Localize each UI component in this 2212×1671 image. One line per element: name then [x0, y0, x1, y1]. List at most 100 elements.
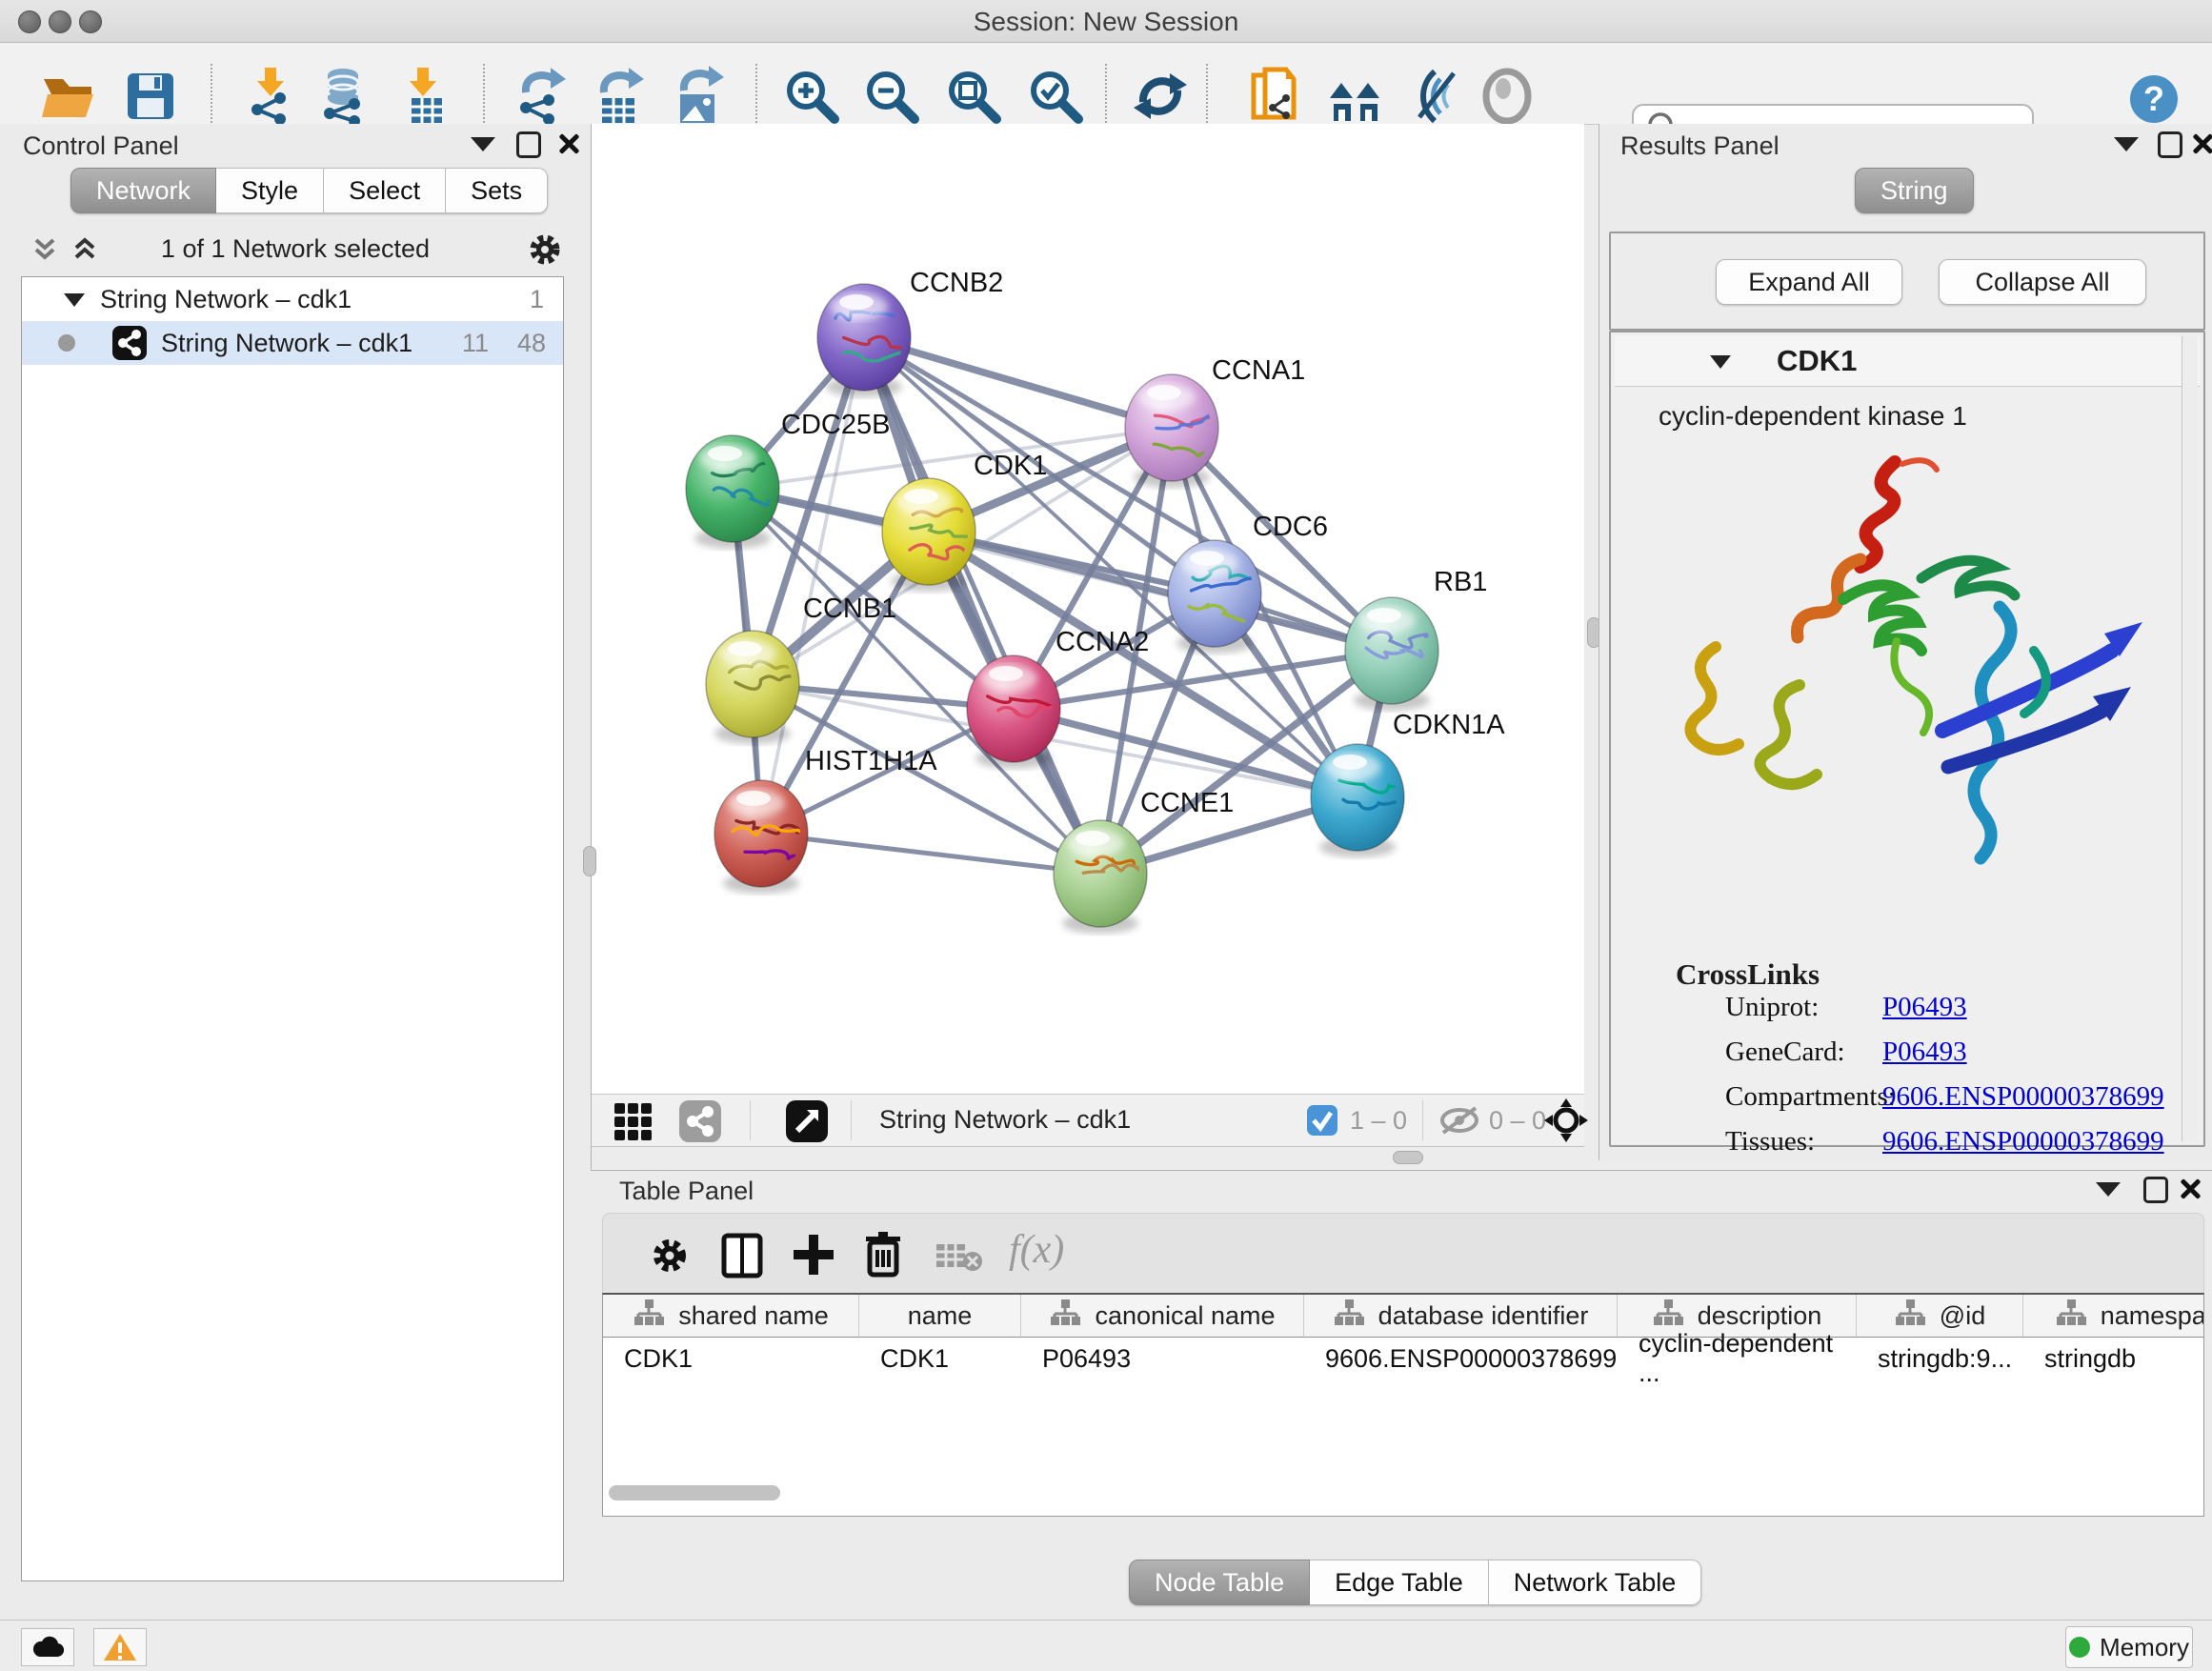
tab-sets[interactable]: Sets: [446, 168, 548, 213]
network-collection-row[interactable]: String Network – cdk1 1: [22, 277, 563, 321]
tab-string[interactable]: String: [1855, 168, 1974, 213]
selected-count-badge: 1 – 0: [1350, 1106, 1407, 1136]
zoom-selected-icon[interactable]: [1025, 66, 1086, 127]
network-edge-CDK1-RB1[interactable]: [929, 532, 1392, 651]
network-edge-CCNB2-CCNE1[interactable]: [864, 337, 1100, 874]
table-panel-close-icon[interactable]: [2176, 1175, 2204, 1203]
network-edge-HIST1H1A-CCNE1[interactable]: [761, 834, 1100, 874]
tab-network[interactable]: Network: [70, 168, 216, 213]
expand-all-button[interactable]: Expand All: [1716, 259, 1902, 305]
birds-eye-view-icon[interactable]: [1477, 66, 1538, 127]
grid-view-icon[interactable]: [613, 1101, 662, 1141]
cloud-status-button[interactable]: [21, 1628, 74, 1666]
detach-view-icon[interactable]: [786, 1100, 828, 1142]
warning-status-button[interactable]: [93, 1628, 147, 1666]
left-splitter-handle[interactable]: [583, 846, 596, 876]
selected-checkbox-icon[interactable]: [1306, 1104, 1338, 1137]
control-panel-float-icon[interactable]: [514, 130, 543, 158]
network-node-CDC25B[interactable]: [686, 435, 779, 549]
network-node-CCNE1[interactable]: [1054, 820, 1147, 934]
table-panel-collapse-icon[interactable]: [2094, 1175, 2122, 1203]
network-tree: String Network – cdk1 1 String Network –…: [21, 276, 564, 1581]
share-view-icon[interactable]: [679, 1100, 721, 1142]
table-cell[interactable]: CDK1: [859, 1339, 1020, 1379]
export-table-icon[interactable]: [589, 66, 650, 127]
results-panel-tabs: String: [1855, 168, 1974, 213]
import-network-database-icon[interactable]: [314, 66, 375, 127]
tab-select[interactable]: Select: [324, 168, 446, 213]
collection-count: 1: [530, 285, 544, 314]
export-network-icon[interactable]: [511, 66, 572, 127]
control-panel-tabs: NetworkStyleSelectSets: [70, 168, 548, 213]
table-cell[interactable]: P06493: [1021, 1339, 1303, 1379]
table-cell[interactable]: 9606.ENSP00000378699: [1304, 1339, 1617, 1379]
network-row-selected[interactable]: String Network – cdk1 11 48: [22, 321, 563, 365]
open-session-icon[interactable]: [38, 66, 99, 127]
tab-style[interactable]: Style: [216, 168, 324, 213]
hidden-count-badge: 0 – 0: [1489, 1106, 1546, 1136]
string-app-icon: [111, 325, 148, 361]
table-cell[interactable]: stringdb: [2023, 1339, 2204, 1379]
table-options-gear-icon[interactable]: [649, 1235, 691, 1277]
collapse-all-button[interactable]: Collapse All: [1939, 259, 2146, 305]
zoom-fit-icon[interactable]: [943, 66, 1004, 127]
fit-content-crosshair-icon[interactable]: [1544, 1098, 1588, 1142]
memory-button-label: Memory: [2100, 1633, 2189, 1662]
column-header-database-identifier[interactable]: database identifier: [1304, 1295, 1618, 1338]
crosslink-link[interactable]: P06493: [1882, 992, 1967, 1023]
memory-button[interactable]: Memory: [2065, 1626, 2193, 1668]
create-column-icon[interactable]: [792, 1233, 835, 1277]
collection-expand-icon[interactable]: [60, 288, 89, 311]
control-panel-collapse-icon[interactable]: [469, 130, 497, 158]
entry-header[interactable]: CDK1: [1615, 336, 2200, 387]
column-header-shared-name[interactable]: shared name: [603, 1295, 859, 1338]
crosslink-link[interactable]: 9606.ENSP00000378699: [1882, 1081, 2164, 1113]
zoom-in-icon[interactable]: [781, 66, 842, 127]
hide-graphics-details-icon[interactable]: [1406, 66, 1467, 127]
column-header-namespace[interactable]: namespace: [2023, 1295, 2204, 1338]
main-toolbar: ?: [0, 43, 2212, 125]
warning-icon: [103, 1632, 137, 1662]
tab-node-table[interactable]: Node Table: [1129, 1560, 1310, 1605]
show-columns-icon[interactable]: [721, 1233, 763, 1278]
refresh-layout-icon[interactable]: [1130, 66, 1191, 127]
column-header-name[interactable]: name: [859, 1295, 1021, 1338]
network-options-gear-icon[interactable]: [526, 231, 564, 269]
entry-collapse-icon[interactable]: [1706, 350, 1735, 372]
table-cell[interactable]: stringdb:9...: [1857, 1339, 2022, 1379]
zoom-out-icon[interactable]: [861, 66, 922, 127]
table-panel-float-icon[interactable]: [2142, 1175, 2170, 1203]
node-table[interactable]: shared namenamecanonical name database id…: [602, 1293, 2204, 1517]
table-horizontal-scrollbar[interactable]: [609, 1485, 780, 1500]
export-image-icon[interactable]: [669, 66, 730, 127]
save-session-icon[interactable]: [120, 66, 181, 127]
results-scrollbar[interactable]: [2182, 336, 2198, 1141]
home-view-icon[interactable]: [1326, 66, 1387, 127]
svg-text:?: ?: [2143, 79, 2164, 118]
horizontal-splitter-handle[interactable]: [1393, 1151, 1423, 1164]
results-panel-collapse-icon[interactable]: [2112, 130, 2141, 158]
network-canvas[interactable]: CCNB2CCNA1CDC25BCDK1CDC6RB1CCNB1CCNA2CDK…: [592, 124, 1584, 1094]
copy-network-document-icon[interactable]: [1244, 66, 1305, 127]
network-label: String Network – cdk1: [161, 329, 412, 358]
results-panel-float-icon[interactable]: [2156, 130, 2184, 158]
tab-network-table[interactable]: Network Table: [1489, 1560, 1702, 1605]
import-network-file-icon[interactable]: [244, 66, 305, 127]
crosslink-link[interactable]: P06493: [1882, 1037, 1967, 1068]
import-table-icon[interactable]: [396, 66, 457, 127]
crosslink-link[interactable]: 9606.ENSP00000378699: [1882, 1126, 2164, 1158]
column-header-label: database identifier: [1378, 1301, 1589, 1331]
network-node-CDKN1A[interactable]: [1311, 744, 1409, 857]
column-header-canonical-name[interactable]: canonical name: [1021, 1295, 1304, 1338]
network-node-HIST1H1A[interactable]: [714, 780, 812, 894]
tab-edge-table[interactable]: Edge Table: [1310, 1560, 1489, 1605]
column-header-id[interactable]: @id: [1857, 1295, 2023, 1338]
results-panel-close-icon[interactable]: [2188, 130, 2212, 158]
delete-column-icon[interactable]: [862, 1231, 904, 1278]
node-label-CDK1: CDK1: [974, 451, 1047, 481]
control-panel-close-icon[interactable]: [554, 130, 583, 158]
table-cell[interactable]: cyclin-dependent ...: [1618, 1339, 1856, 1379]
table-cell[interactable]: CDK1: [603, 1339, 858, 1379]
network-node-CCNB2[interactable]: [817, 284, 915, 397]
network-node-RB1[interactable]: [1345, 597, 1438, 711]
